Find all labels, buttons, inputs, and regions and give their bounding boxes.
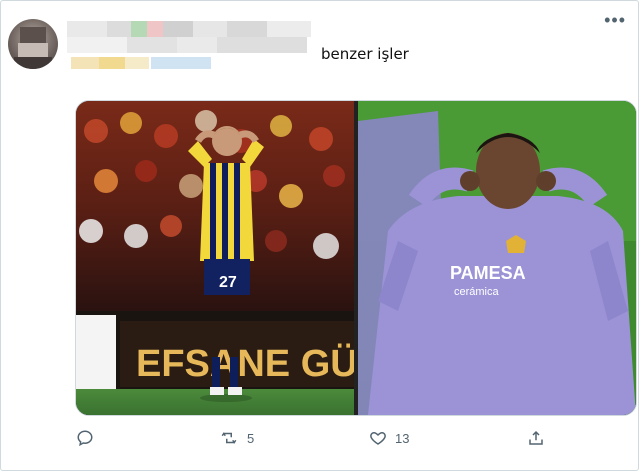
avatar[interactable] bbox=[8, 19, 58, 69]
sponsor-subtext: cerámica bbox=[454, 286, 500, 298]
retweet-button[interactable]: 5 bbox=[219, 429, 254, 447]
more-icon[interactable]: ••• bbox=[604, 11, 626, 29]
blurred-username bbox=[67, 21, 317, 69]
retweet-icon bbox=[221, 432, 237, 444]
ad-banner-text: EFSANE GÜ bbox=[136, 342, 354, 385]
jersey-number: 27 bbox=[219, 274, 237, 291]
like-count: 13 bbox=[395, 430, 410, 446]
tweet-text: benzer işler bbox=[321, 45, 409, 63]
share-button[interactable] bbox=[527, 429, 545, 447]
tweet-card: benzer işler ••• EFSANE GÜ 27 PAMESA cer… bbox=[0, 0, 639, 471]
reply-button[interactable] bbox=[76, 429, 94, 447]
sponsor-text: PAMESA bbox=[450, 263, 526, 283]
media-photo-right[interactable]: 5 PAMESA cerámica bbox=[358, 101, 636, 415]
reply-icon bbox=[77, 430, 93, 447]
share-icon bbox=[529, 430, 543, 445]
tweet-media[interactable]: EFSANE GÜ 27 PAMESA cerámica bbox=[75, 100, 637, 416]
media-photo-left[interactable]: EFSANE GÜ 27 bbox=[76, 101, 354, 415]
retweet-count: 5 bbox=[247, 430, 255, 446]
like-button[interactable]: 13 bbox=[369, 429, 409, 447]
action-bar: 5 13 bbox=[1, 426, 640, 456]
heart-icon bbox=[370, 431, 386, 445]
